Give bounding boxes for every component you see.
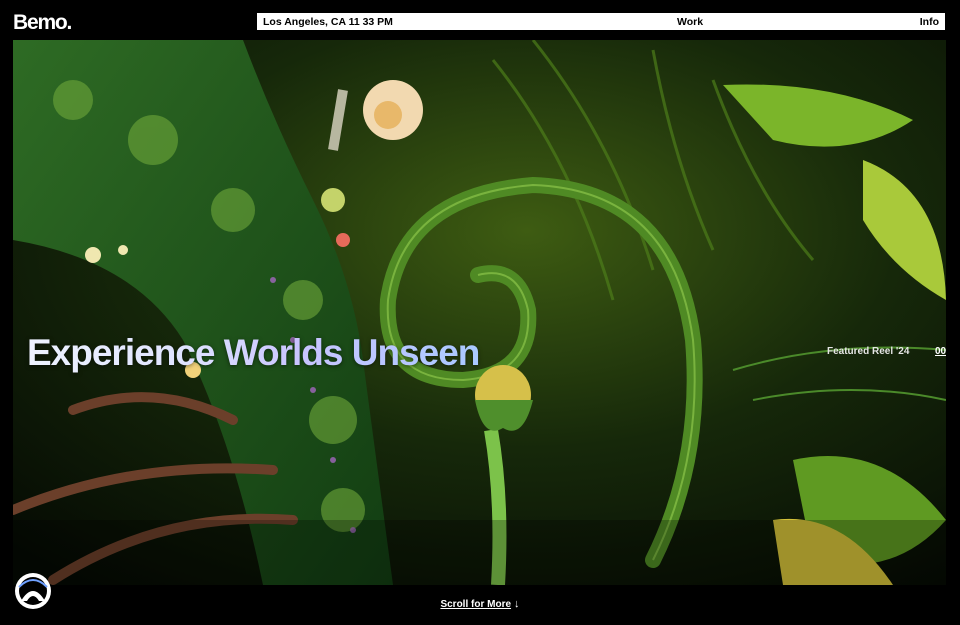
jungle-scene: [13, 40, 946, 585]
scroll-label[interactable]: Scroll for More: [440, 599, 511, 610]
nav-work[interactable]: Work: [677, 16, 703, 28]
featured-reel-label[interactable]: Featured Reel '24: [827, 346, 909, 357]
location-time: Los Angeles, CA 11 33 PM: [263, 15, 393, 28]
video-timecode: 00:1: [935, 346, 946, 357]
logo[interactable]: Bemo.: [13, 11, 72, 35]
scroll-arrow-icon: ↓: [514, 598, 520, 610]
hero-video[interactable]: Experience Worlds Unseen Featured Reel '…: [13, 40, 946, 585]
top-bar: Los Angeles, CA 11 33 PM Work Info: [257, 13, 945, 30]
scroll-for-more[interactable]: Scroll for More ↓: [0, 598, 960, 610]
nav-info[interactable]: Info: [920, 16, 939, 28]
hero-headline: Experience Worlds Unseen: [27, 332, 480, 373]
